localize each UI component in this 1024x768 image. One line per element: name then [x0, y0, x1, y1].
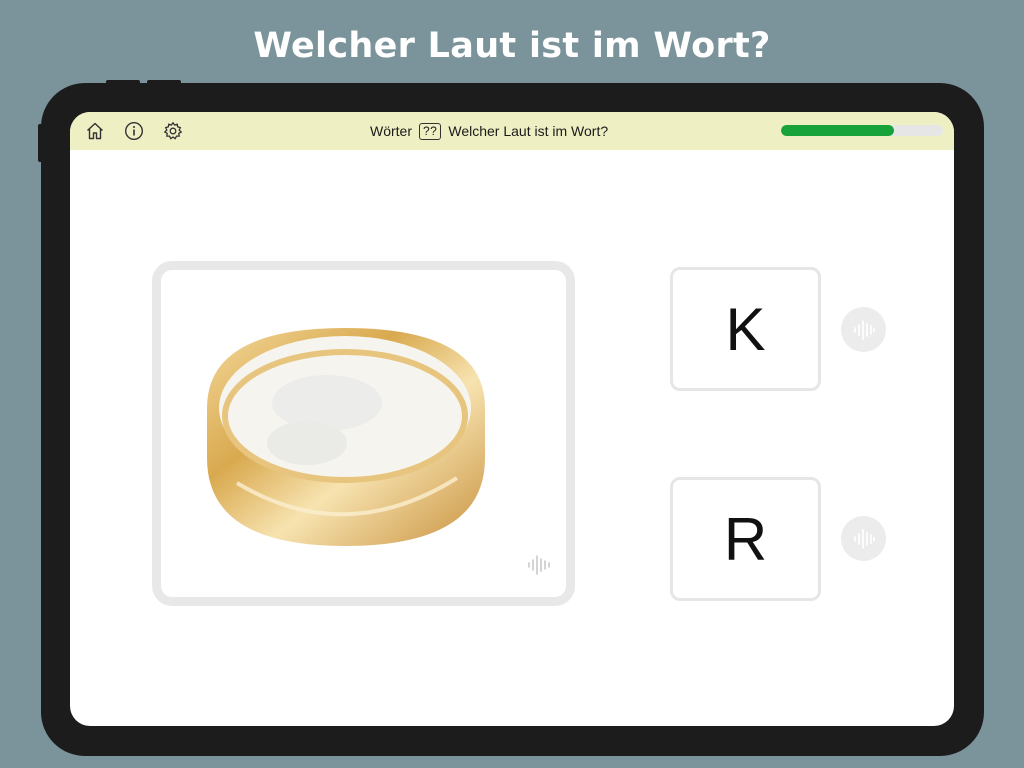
- page-headline: Welcher Laut ist im Wort?: [253, 26, 771, 66]
- answer-option-r[interactable]: R: [670, 477, 821, 601]
- answer-option-k[interactable]: K: [670, 267, 821, 391]
- app-screen: Wörter ?? Welcher Laut ist im Wort? K R: [70, 112, 954, 726]
- word-picture-card[interactable]: [152, 261, 575, 606]
- home-icon[interactable]: [85, 121, 105, 141]
- sound-wave-icon[interactable]: [841, 516, 886, 561]
- question-badge-icon: ??: [419, 122, 442, 140]
- sound-wave-icon[interactable]: [526, 552, 552, 583]
- ring-image: [207, 328, 485, 546]
- progress-bar: [781, 125, 943, 136]
- exercise-title: Wörter ?? Welcher Laut ist im Wort?: [370, 112, 670, 150]
- info-icon[interactable]: [124, 121, 144, 141]
- category-label: Wörter: [370, 123, 412, 139]
- top-bar: Wörter ?? Welcher Laut ist im Wort?: [70, 112, 954, 150]
- sound-wave-icon[interactable]: [841, 307, 886, 352]
- exercise-title-text: Welcher Laut ist im Wort?: [448, 123, 609, 139]
- progress-fill: [781, 125, 895, 136]
- gear-icon[interactable]: [163, 121, 183, 141]
